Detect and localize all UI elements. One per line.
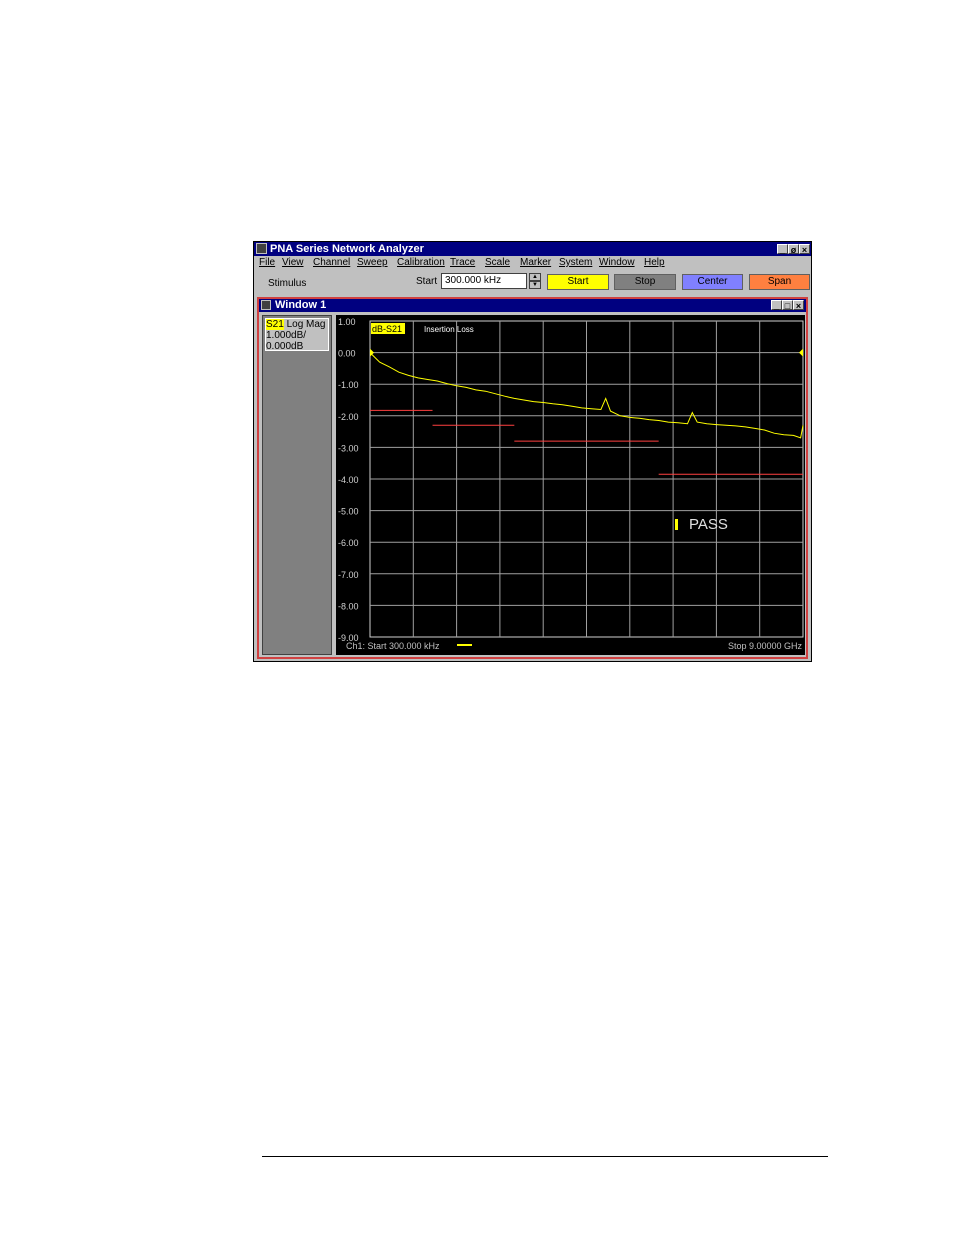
child-titlebar: Window 1 _ □ ×	[259, 299, 806, 312]
menu-marker[interactable]: Marker	[520, 257, 551, 268]
plot-area[interactable]: 1.00 0.00 -1.00 -2.00 -3.00 -4.00 -5.00 -6.00 -7…	[336, 315, 805, 655]
menu-bar: File View Channel Sweep Calibration Trac…	[254, 256, 811, 271]
stop-button[interactable]: Stop	[614, 274, 676, 290]
pass-label: PASS	[689, 516, 728, 533]
menu-scale[interactable]: Scale	[485, 257, 510, 268]
start-spinner[interactable]: ▲ ▼	[529, 273, 541, 289]
y-tick-label: -2.00	[338, 412, 359, 422]
stimulus-label: Stimulus	[268, 278, 307, 289]
start-annotation: Ch1: Start 300.000 kHz	[346, 641, 440, 651]
measurement-window: Window 1 _ □ × S21 Log Mag 1.000dB/ 0.00…	[257, 297, 808, 659]
y-tick-label: -5.00	[338, 507, 359, 517]
spin-up-icon[interactable]: ▲	[529, 273, 541, 281]
close-button[interactable]: ×	[799, 244, 810, 255]
y-tick-label: 0.00	[338, 349, 356, 359]
menu-help[interactable]: Help	[644, 257, 665, 268]
menu-trace[interactable]: Trace	[450, 257, 475, 268]
y-tick-label: 1.00	[338, 317, 356, 327]
menu-channel[interactable]: Channel	[313, 257, 350, 268]
chart-title: Insertion Loss	[424, 325, 474, 334]
trace-panel: S21 Log Mag 1.000dB/ 0.000dB	[262, 315, 332, 655]
analyzer-window: PNA Series Network Analyzer _ ø × File V…	[253, 241, 812, 662]
child-close-button[interactable]: ×	[793, 300, 804, 311]
app-titlebar: PNA Series Network Analyzer _ ø ×	[254, 242, 811, 256]
y-tick-label: -7.00	[338, 570, 359, 580]
start-button[interactable]: Start	[547, 274, 609, 290]
menu-calibration[interactable]: Calibration	[397, 257, 445, 268]
menu-window[interactable]: Window	[599, 257, 635, 268]
app-icon	[256, 243, 267, 254]
stimulus-toolbar: Stimulus Start 300.000 kHz ▲ ▼ Start Sto…	[254, 271, 811, 295]
child-title: Window 1	[275, 299, 327, 311]
window-icon	[261, 300, 271, 310]
ref-marker-right	[799, 348, 803, 357]
trace-tag: dB-S21	[372, 324, 402, 334]
y-tick-label: -8.00	[338, 601, 359, 611]
menu-file[interactable]: File	[259, 257, 275, 268]
trace-info-box[interactable]: S21 Log Mag 1.000dB/ 0.000dB	[265, 318, 329, 352]
y-tick-label: -1.00	[338, 380, 359, 390]
y-tick-label: -3.00	[338, 443, 359, 453]
restore-button[interactable]: ø	[788, 244, 799, 255]
menu-view[interactable]: View	[282, 257, 304, 268]
footer-rule	[262, 1156, 828, 1157]
span-button[interactable]: Span	[749, 274, 810, 290]
start-frequency-input[interactable]: 300.000 kHz	[441, 273, 527, 289]
menu-system[interactable]: System	[559, 257, 592, 268]
start-field-label: Start	[416, 276, 438, 287]
stop-annotation: Stop 9.00000 GHz	[728, 641, 803, 651]
menu-sweep[interactable]: Sweep	[357, 257, 388, 268]
spin-down-icon[interactable]: ▼	[529, 281, 541, 289]
child-minimize-button[interactable]: _	[771, 300, 782, 311]
trace-scale: 1.000dB/	[266, 330, 307, 341]
trace-param: S21	[266, 319, 284, 330]
y-tick-label: -4.00	[338, 475, 359, 485]
trace-plot[interactable]: 1.00 0.00 -1.00 -2.00 -3.00 -4.00 -5.00 -6.00 -7…	[336, 315, 805, 655]
trace-format: Log Mag	[286, 319, 326, 330]
y-tick-label: -6.00	[338, 538, 359, 548]
minimize-button[interactable]: _	[777, 244, 788, 255]
trace-ref: 0.000dB	[266, 341, 304, 352]
app-title: PNA Series Network Analyzer	[270, 243, 424, 255]
child-maximize-button[interactable]: □	[782, 300, 793, 311]
center-button[interactable]: Center	[682, 274, 743, 290]
pass-indicator	[675, 519, 678, 530]
